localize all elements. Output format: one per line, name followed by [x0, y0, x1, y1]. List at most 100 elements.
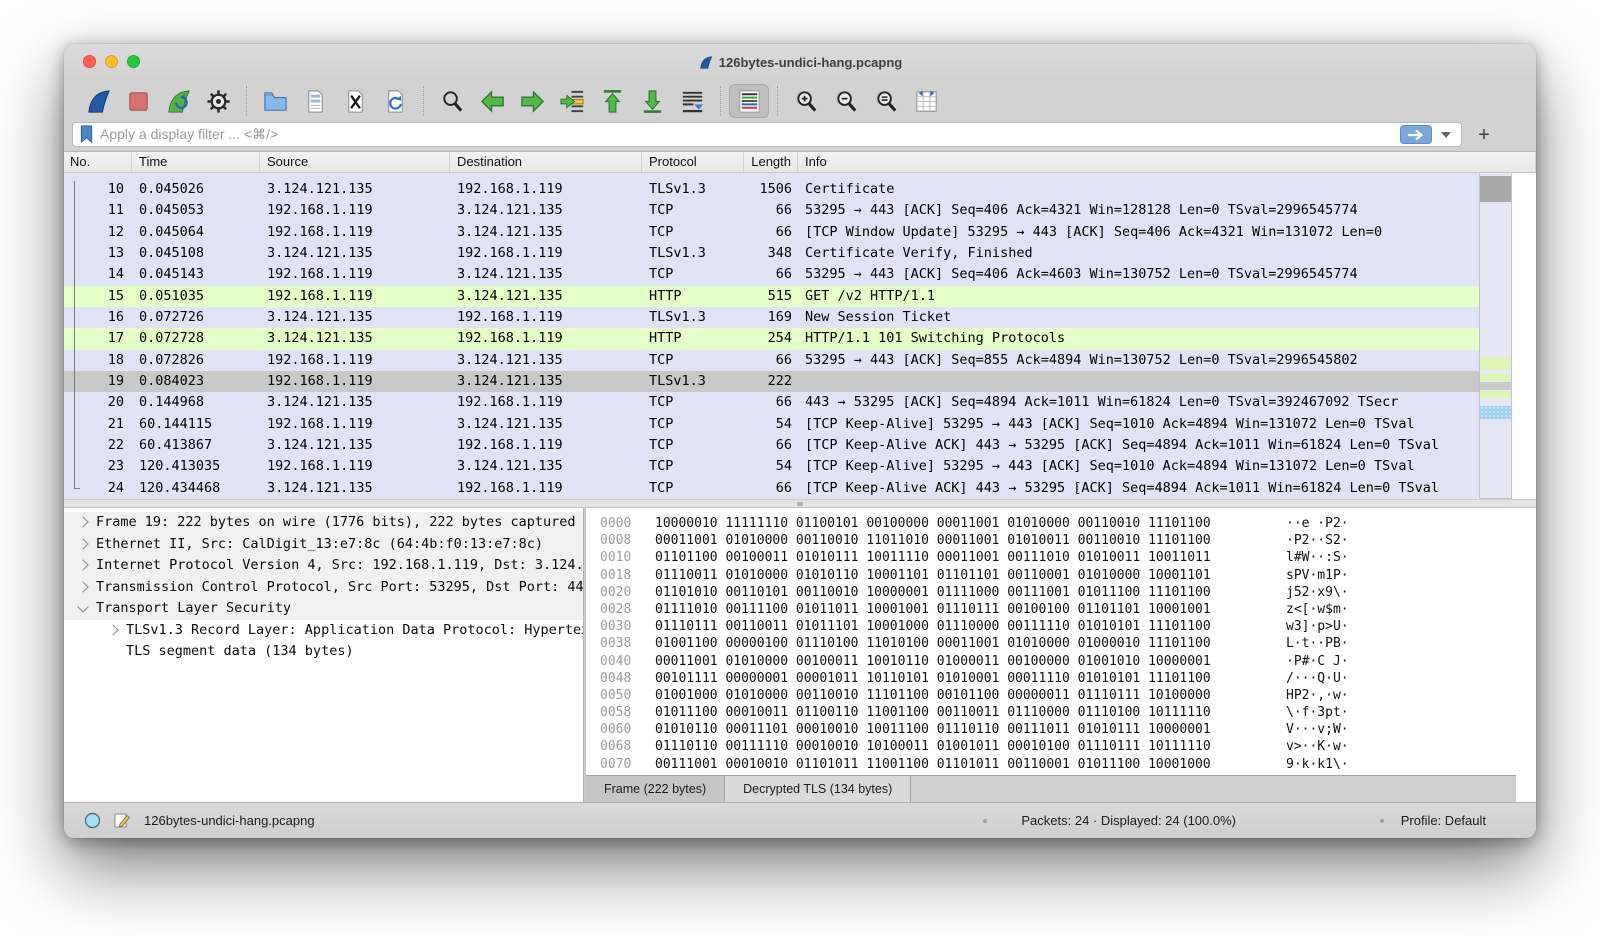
byte-row[interactable]: 006001010110 00011101 00010010 10011100 … — [586, 721, 1516, 738]
byte-row[interactable]: 004000011001 01010000 00100011 10010110 … — [586, 653, 1516, 670]
packet-row[interactable]: 140.045143192.168.1.1193.124.121.135TCP6… — [64, 264, 1512, 285]
pane-splitter[interactable] — [64, 499, 1536, 508]
packet-row[interactable]: 24120.4344683.124.121.135192.168.1.119TC… — [64, 478, 1512, 499]
byte-ascii: HP2·,·w· — [1286, 687, 1349, 704]
stop-capture-button[interactable] — [118, 84, 158, 118]
capture-comment-pencil-icon[interactable] — [114, 812, 131, 829]
detail-row[interactable]: Frame 19: 222 bytes on wire (1776 bits),… — [64, 512, 583, 534]
byte-bits: 00011001 01010000 00100011 10010110 0100… — [655, 653, 1211, 670]
expander-right-icon[interactable] — [77, 538, 88, 549]
column-header-time[interactable]: Time — [132, 152, 260, 172]
byte-row[interactable]: 007000111001 00010010 01101011 11001100 … — [586, 756, 1516, 773]
tab-frame[interactable]: Frame (222 bytes) — [586, 776, 725, 802]
packet-row[interactable]: 23120.413035192.168.1.1193.124.121.135TC… — [64, 456, 1512, 477]
packet-row[interactable]: 180.072826192.168.1.1193.124.121.135TCP6… — [64, 350, 1512, 371]
detail-row[interactable]: Transport Layer Security — [64, 598, 583, 620]
expander-right-icon[interactable] — [107, 624, 118, 635]
column-header-source[interactable]: Source — [260, 152, 450, 172]
toolbar-separator — [423, 86, 424, 116]
packet-cell-info: [TCP Keep-Alive ACK] 443 → 53295 [ACK] S… — [798, 435, 1512, 456]
byte-ascii: L·t··PB· — [1286, 635, 1349, 652]
expert-info-icon[interactable] — [84, 812, 101, 829]
add-filter-button[interactable]: + — [1472, 123, 1496, 147]
byte-offset: 0000 — [586, 515, 655, 532]
detail-row[interactable]: Internet Protocol Version 4, Src: 192.16… — [64, 555, 583, 577]
packet-row[interactable]: 100.0450263.124.121.135192.168.1.119TLSv… — [64, 179, 1512, 200]
statusbar-packet-counts: Packets: 24 · Displayed: 24 (100.0%) — [1021, 803, 1236, 838]
byte-row[interactable]: 006801110110 00111110 00010010 10100011 … — [586, 738, 1516, 755]
byte-view-tabs: Frame (222 bytes) Decrypted TLS (134 byt… — [586, 775, 1516, 802]
go-back-button[interactable] — [472, 84, 512, 118]
go-bottom-button[interactable] — [632, 84, 672, 118]
expander-right-icon[interactable] — [77, 581, 88, 592]
detail-row[interactable]: TLSv1.3 Record Layer: Application Data P… — [64, 620, 583, 642]
zoom-in-button[interactable] — [786, 84, 826, 118]
column-header-info[interactable]: Info — [798, 152, 1536, 172]
byte-row[interactable]: 003801001100 00000100 01110100 11010100 … — [586, 635, 1516, 652]
column-header-destination[interactable]: Destination — [450, 152, 642, 172]
restart-capture-button[interactable] — [158, 84, 198, 118]
zoom-out-icon — [833, 88, 860, 115]
byte-row[interactable]: 000010000010 11111110 01100101 00100000 … — [586, 515, 1516, 532]
packet-row[interactable]: 90.0449813.124.121.135192.168.1.119TLSv1… — [64, 173, 1512, 179]
column-header-protocol[interactable]: Protocol — [642, 152, 744, 172]
packet-row[interactable]: 130.0451083.124.121.135192.168.1.119TLSv… — [64, 243, 1512, 264]
open-file-button[interactable] — [255, 84, 295, 118]
packet-cell-len: 54 — [744, 456, 798, 477]
packet-row[interactable]: 170.0727283.124.121.135192.168.1.119HTTP… — [64, 328, 1512, 349]
byte-row[interactable]: 002001101010 00110101 00110010 10000001 … — [586, 584, 1516, 601]
column-header-length[interactable]: Length — [744, 152, 798, 172]
packet-cell-dst: 192.168.1.119 — [450, 179, 642, 200]
packet-row[interactable]: 190.084023192.168.1.1193.124.121.135TLSv… — [64, 371, 1512, 392]
expander-right-icon[interactable] — [77, 559, 88, 570]
resize-columns-button[interactable] — [906, 84, 946, 118]
save-file-button[interactable] — [295, 84, 335, 118]
zoom-reset-button[interactable] — [866, 84, 906, 118]
byte-row[interactable]: 000800011001 01010000 00110010 11011010 … — [586, 532, 1516, 549]
scrollbar-thumb[interactable] — [1480, 176, 1511, 202]
byte-row[interactable]: 003001110111 00110011 01011101 10001000 … — [586, 618, 1516, 635]
column-header-no[interactable]: No. — [64, 152, 132, 172]
byte-row[interactable]: 005801011100 00010011 01100110 11001100 … — [586, 704, 1516, 721]
zoom-out-button[interactable] — [826, 84, 866, 118]
packet-cell-info: 443 → 53295 [ACK] Seq=4894 Ack=1011 Win=… — [798, 392, 1512, 413]
byte-row[interactable]: 001001101100 00100011 01010111 10011110 … — [586, 549, 1516, 566]
capture-options-button[interactable] — [198, 84, 238, 118]
find-packet-button[interactable] — [432, 84, 472, 118]
filter-bookmark-icon[interactable] — [79, 125, 94, 144]
display-filter-input[interactable]: Apply a display filter ... <⌘/> — [72, 122, 1462, 147]
packet-row[interactable]: 160.0727263.124.121.135192.168.1.119TLSv… — [64, 307, 1512, 328]
packet-row[interactable]: 120.045064192.168.1.1193.124.121.135TCP6… — [64, 222, 1512, 243]
go-top-button[interactable] — [592, 84, 632, 118]
packet-cell-proto: TCP — [642, 350, 744, 371]
go-forward-button[interactable] — [512, 84, 552, 118]
packet-row[interactable]: 2260.4138673.124.121.135192.168.1.119TCP… — [64, 435, 1512, 456]
byte-row[interactable]: 005001001000 01010000 00110010 11101100 … — [586, 687, 1516, 704]
detail-row[interactable]: TLS segment data (134 bytes) — [64, 641, 583, 663]
colorize-packets-button[interactable] — [729, 84, 769, 118]
expander-down-icon[interactable] — [77, 601, 88, 612]
detail-row[interactable]: Ethernet II, Src: CalDigit_13:e7:8c (64:… — [64, 534, 583, 556]
reload-file-button[interactable] — [375, 84, 415, 118]
go-to-packet-button[interactable] — [552, 84, 592, 118]
packet-row[interactable]: 110.045053192.168.1.1193.124.121.135TCP6… — [64, 200, 1512, 221]
packet-cell-src: 3.124.121.135 — [260, 392, 450, 413]
tab-decrypted-tls[interactable]: Decrypted TLS (134 bytes) — [725, 776, 911, 802]
close-file-button[interactable] — [335, 84, 375, 118]
auto-scroll-button[interactable] — [672, 84, 712, 118]
packet-row[interactable]: 2160.144115192.168.1.1193.124.121.135TCP… — [64, 414, 1512, 435]
detail-row[interactable]: Transmission Control Protocol, Src Port:… — [64, 577, 583, 599]
byte-row[interactable]: 004800101111 00000001 00001011 10110101 … — [586, 670, 1516, 687]
packet-cell-no: 13 — [64, 243, 132, 264]
packet-row[interactable]: 200.1449683.124.121.135192.168.1.119TCP6… — [64, 392, 1512, 413]
packet-row[interactable]: 150.051035192.168.1.1193.124.121.135HTTP… — [64, 286, 1512, 307]
packet-cell-time: 0.072728 — [132, 328, 260, 349]
expander-right-icon[interactable] — [77, 516, 88, 527]
statusbar-profile[interactable]: Profile: Default — [1401, 803, 1486, 838]
byte-row[interactable]: 001801110011 01010000 01010110 10001101 … — [586, 567, 1516, 584]
byte-row[interactable]: 002801111010 00111100 01011011 10001001 … — [586, 601, 1516, 618]
filter-dropdown-caret[interactable] — [1441, 132, 1451, 138]
packet-list-scrollbar[interactable] — [1479, 173, 1512, 499]
apply-filter-button[interactable] — [1400, 125, 1432, 144]
start-capture-button[interactable] — [78, 84, 118, 118]
